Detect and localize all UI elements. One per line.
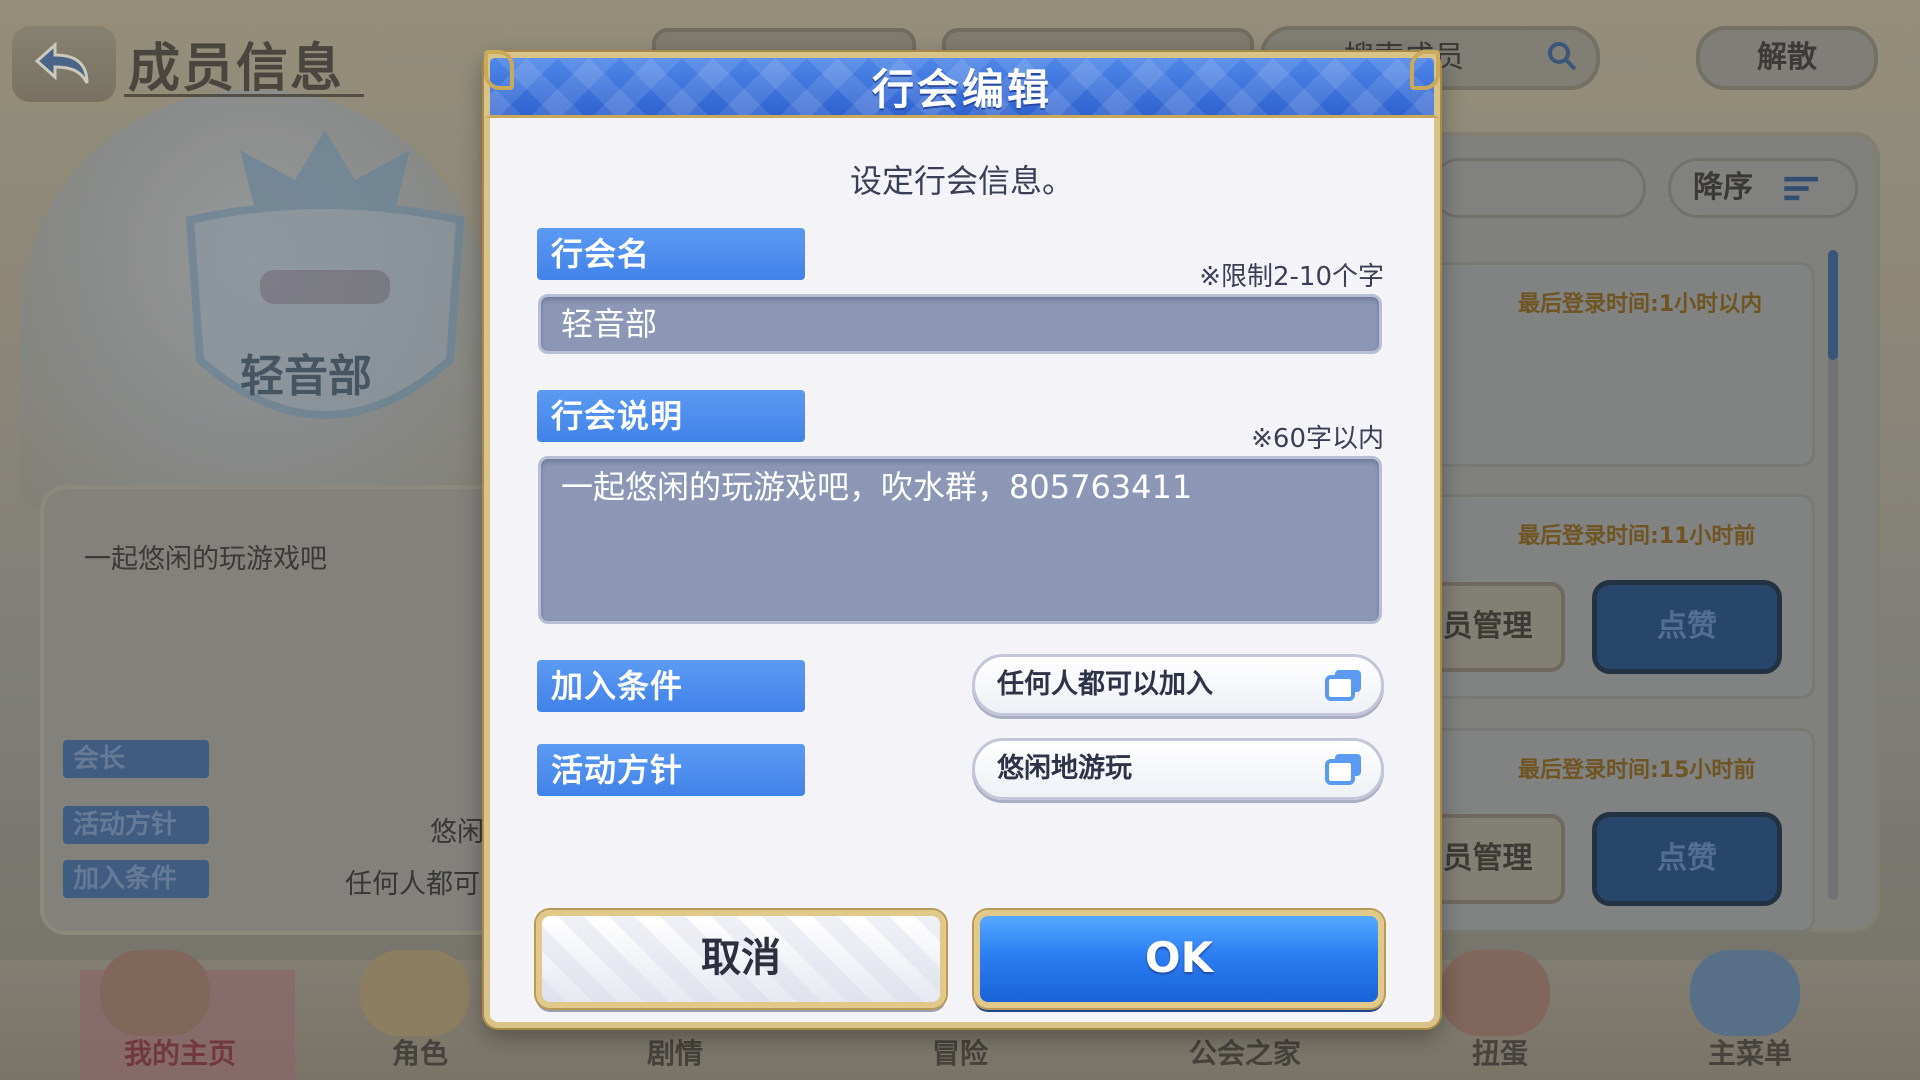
- cancel-button[interactable]: 取消: [536, 910, 946, 1008]
- select-window-icon: [1325, 670, 1361, 701]
- guild-name-hint: ※限制2-10个字: [1199, 262, 1384, 292]
- activity-policy-label: 活动方针: [537, 744, 805, 796]
- guild-description-label: 行会说明: [537, 390, 805, 442]
- activity-policy-value: 悠闲地游玩: [997, 753, 1132, 784]
- guild-description-textarea[interactable]: 一起悠闲的玩游戏吧，吹水群，805763411: [538, 456, 1382, 624]
- guild-name-input[interactable]: 轻音部: [538, 294, 1382, 354]
- guild-name-label: 行会名: [537, 228, 805, 280]
- join-condition-label: 加入条件: [537, 660, 805, 712]
- join-condition-select[interactable]: 任何人都可以加入: [972, 654, 1384, 716]
- join-condition-value: 任何人都可以加入: [997, 669, 1213, 700]
- ok-button[interactable]: OK: [974, 910, 1384, 1008]
- dialog-subtitle: 设定行会信息。: [849, 162, 1074, 200]
- dialog-title: 行会编辑: [871, 65, 1052, 114]
- activity-policy-select[interactable]: 悠闲地游玩: [972, 738, 1384, 800]
- select-window-icon: [1325, 754, 1361, 785]
- guild-description-hint: ※60字以内: [1251, 424, 1384, 454]
